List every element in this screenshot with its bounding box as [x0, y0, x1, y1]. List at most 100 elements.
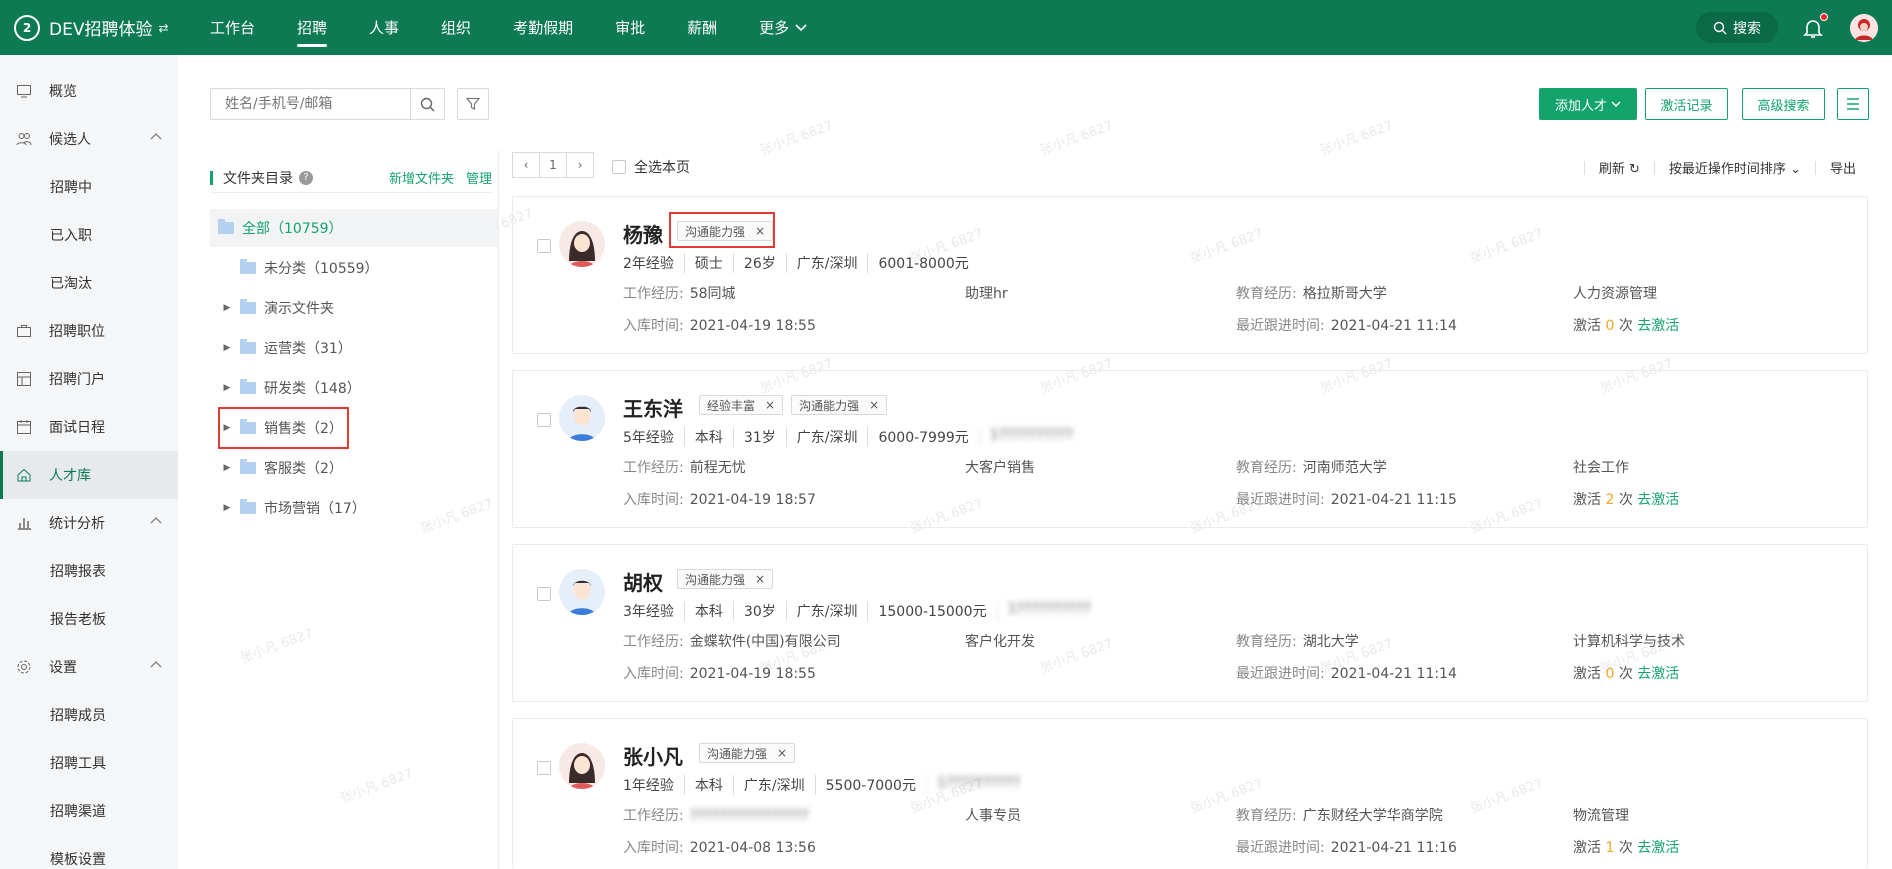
main-content: 张小凡 6827 张小凡 6827 张小凡 6827 张小凡 6827 张小凡 …	[178, 55, 1892, 869]
activation-info: 激活 0 次 去激活	[1573, 663, 1679, 683]
sidebar-item-stats[interactable]: 统计分析	[0, 499, 178, 547]
nav-salary[interactable]: 薪酬	[672, 0, 732, 55]
help-icon[interactable]: ?	[299, 170, 313, 185]
sidebar-item-onboarded[interactable]: 已入职	[0, 211, 178, 259]
switch-icon[interactable]: ⇄	[158, 21, 168, 35]
nav-hr[interactable]: 人事	[354, 0, 414, 55]
close-icon[interactable]: ×	[777, 746, 787, 760]
candidate-avatar[interactable]	[559, 221, 605, 267]
sidebar-item-schedule[interactable]: 面试日程	[0, 403, 178, 451]
nav-more[interactable]: 更多	[744, 0, 822, 55]
sidebar-item-talent-pool[interactable]: 人才库	[0, 451, 178, 499]
sidebar-item-templates[interactable]: 模板设置	[0, 835, 178, 869]
nav-org[interactable]: 组织	[426, 0, 486, 55]
close-icon[interactable]: ×	[765, 398, 775, 412]
caret-right-icon[interactable]: ▶	[218, 303, 236, 313]
candidate-card[interactable]: 张小凡 沟通能力强 × 1年经验 本科 广东/深圳 5500-7000元 1???…	[512, 718, 1868, 869]
sidebar-item-portal[interactable]: 招聘门户	[0, 355, 178, 403]
work-label: 工作经历:	[623, 634, 684, 650]
manage-link[interactable]: 管理	[466, 168, 492, 187]
major: 计算机科学与技术	[1573, 634, 1685, 650]
tag-list: 沟通能力强 ×	[699, 743, 796, 763]
caret-right-icon[interactable]: ▶	[218, 463, 236, 473]
next-page-button[interactable]: ›	[566, 152, 594, 178]
activate-link[interactable]: 去激活	[1637, 318, 1679, 334]
sidebar-item-channels[interactable]: 招聘渠道	[0, 787, 178, 835]
folder-icon	[240, 299, 256, 314]
brand[interactable]: 2 DEV招聘体验 ⇄	[0, 14, 195, 41]
folder-item-service[interactable]: ▶ 客服类（2）	[210, 449, 498, 487]
close-icon[interactable]: ×	[755, 572, 765, 586]
folder-item-demo[interactable]: ▶ 演示文件夹	[210, 289, 498, 327]
user-avatar[interactable]	[1850, 13, 1878, 42]
caret-right-icon[interactable]: ▶	[218, 503, 236, 513]
candidate-checkbox[interactable]	[537, 587, 551, 601]
select-all-checkbox[interactable]	[612, 160, 626, 174]
folder-label: 未分类（10559）	[264, 261, 379, 277]
activation-log-button[interactable]: 激活记录	[1645, 88, 1728, 120]
candidate-name[interactable]: 张小凡	[623, 741, 683, 770]
nav-attendance[interactable]: 考勤假期	[498, 0, 588, 55]
caret-right-icon[interactable]: ▶	[218, 343, 236, 353]
candidate-name[interactable]: 杨豫	[623, 219, 663, 248]
folder-item-all[interactable]: 全部（10759）	[210, 209, 498, 247]
notification-bell[interactable]	[1802, 12, 1828, 39]
candidate-card[interactable]: 胡权 沟通能力强 × 3年经验 本科 30岁 广东/深圳 15000-15000元…	[512, 544, 1868, 702]
candidate-avatar[interactable]	[559, 395, 605, 441]
folder-item-operations[interactable]: ▶ 运营类（31）	[210, 329, 498, 367]
global-search-button[interactable]: 搜索	[1696, 12, 1778, 43]
new-folder-link[interactable]: 新增文件夹	[389, 168, 454, 187]
activate-link[interactable]: 去激活	[1637, 666, 1679, 682]
activate-label: 激活	[1573, 666, 1601, 682]
folder-item-rnd[interactable]: ▶ 研发类（148）	[210, 369, 498, 407]
candidate-avatar[interactable]	[559, 743, 605, 789]
advanced-search-button[interactable]: 高级搜索	[1742, 88, 1825, 120]
export-button[interactable]: 导出	[1830, 158, 1856, 177]
caret-right-icon[interactable]: ▶	[218, 383, 236, 393]
prev-page-button[interactable]: ‹	[512, 152, 540, 178]
menu-button[interactable]	[1837, 88, 1869, 120]
sidebar-item-recruiting[interactable]: 招聘中	[0, 163, 178, 211]
candidate-avatar[interactable]	[559, 569, 605, 615]
nav-approval[interactable]: 审批	[600, 0, 660, 55]
refresh-label: 刷新	[1598, 162, 1625, 177]
sidebar-item-settings[interactable]: 设置	[0, 643, 178, 691]
nav-recruit[interactable]: 招聘	[282, 0, 342, 55]
candidate-checkbox[interactable]	[537, 239, 551, 253]
sidebar-item-members[interactable]: 招聘成员	[0, 691, 178, 739]
candidate-card[interactable]: 王东洋 经验丰富 × 沟通能力强 × 5年经验 本科 31岁 广东/深圳 6000-…	[512, 370, 1868, 528]
search-button[interactable]	[410, 89, 444, 119]
meta-location: 广东/深圳	[785, 601, 868, 621]
folder-item-marketing[interactable]: ▶ 市场营销（17）	[210, 489, 498, 527]
activate-link[interactable]: 去激活	[1637, 492, 1679, 508]
add-talent-button[interactable]: 添加人才	[1539, 88, 1637, 120]
candidate-card[interactable]: 杨豫 沟通能力强 × 2年经验 硕士 26岁 广东/深圳 6001-8000元 工…	[512, 196, 1868, 354]
brand-logo-icon: 2	[14, 14, 40, 41]
sidebar-item-tools[interactable]: 招聘工具	[0, 739, 178, 787]
close-icon[interactable]: ×	[869, 398, 879, 412]
candidate-checkbox[interactable]	[537, 413, 551, 427]
nav-workbench[interactable]: 工作台	[195, 0, 270, 55]
sort-dropdown[interactable]: 按最近操作时间排序 ⌄	[1669, 158, 1801, 177]
meta-degree: 本科	[683, 601, 733, 621]
sidebar-item-eliminated[interactable]: 已淘汰	[0, 259, 178, 307]
folder-item-uncategorized[interactable]: 未分类（10559）	[210, 249, 498, 287]
school: 广东财经大学华商学院	[1302, 808, 1443, 824]
sidebar-item-overview[interactable]: 概览	[0, 67, 178, 115]
major: 物流管理	[1573, 808, 1629, 824]
select-all[interactable]: 全选本页	[612, 157, 690, 177]
filter-button[interactable]	[457, 88, 489, 120]
activate-link[interactable]: 去激活	[1637, 840, 1679, 856]
talent-search-input[interactable]	[211, 89, 410, 119]
page-number[interactable]: 1	[539, 152, 567, 178]
candidate-checkbox[interactable]	[537, 761, 551, 775]
refresh-button[interactable]: 刷新 ↻	[1599, 158, 1640, 177]
activate-label: 激活	[1573, 318, 1601, 334]
candidate-name[interactable]: 王东洋	[623, 393, 683, 422]
candidate-name[interactable]: 胡权	[623, 567, 663, 596]
sidebar-item-candidates[interactable]: 候选人	[0, 115, 178, 163]
sidebar-item-report-boss[interactable]: 报告老板	[0, 595, 178, 643]
sidebar-item-reports[interactable]: 招聘报表	[0, 547, 178, 595]
sidebar-item-positions[interactable]: 招聘职位	[0, 307, 178, 355]
tag-label: 沟通能力强	[685, 572, 746, 587]
